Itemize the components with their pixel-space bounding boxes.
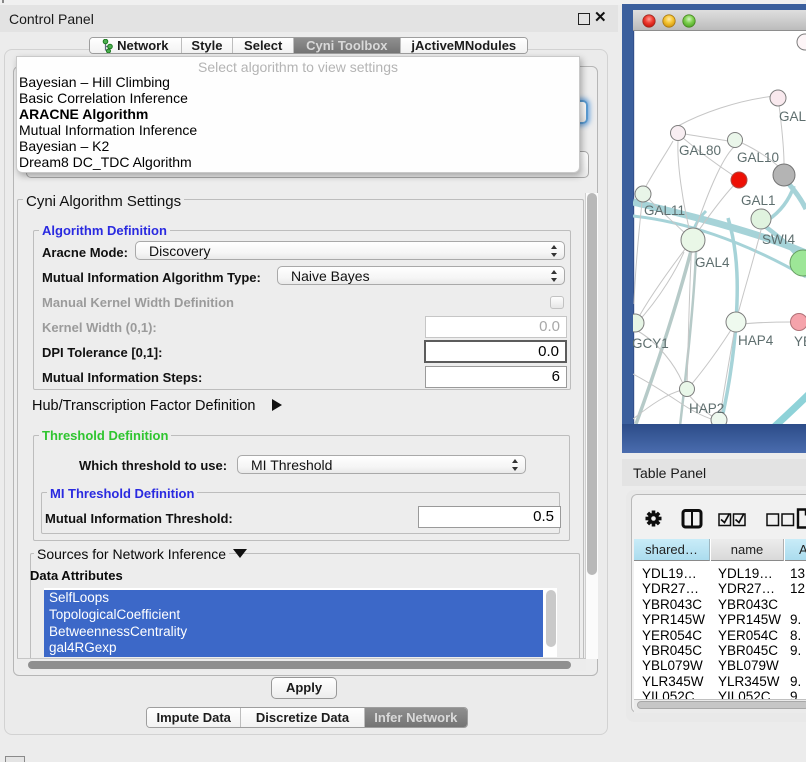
svg-text:GAL1: GAL1: [741, 193, 776, 208]
svg-text:HAP4: HAP4: [738, 333, 774, 348]
svg-text:HAP2: HAP2: [689, 401, 724, 416]
svg-text:GAL10: GAL10: [737, 150, 779, 165]
svg-text:GCY1: GCY1: [632, 336, 669, 351]
svg-text:GAL11: GAL11: [644, 203, 685, 218]
svg-text:GAL4: GAL4: [695, 255, 730, 270]
svg-text:SWI4: SWI4: [762, 232, 795, 247]
svg-text:GAL80: GAL80: [679, 143, 721, 158]
svg-text:GAL7: GAL7: [779, 109, 806, 124]
svg-text:YE: YE: [794, 334, 806, 349]
